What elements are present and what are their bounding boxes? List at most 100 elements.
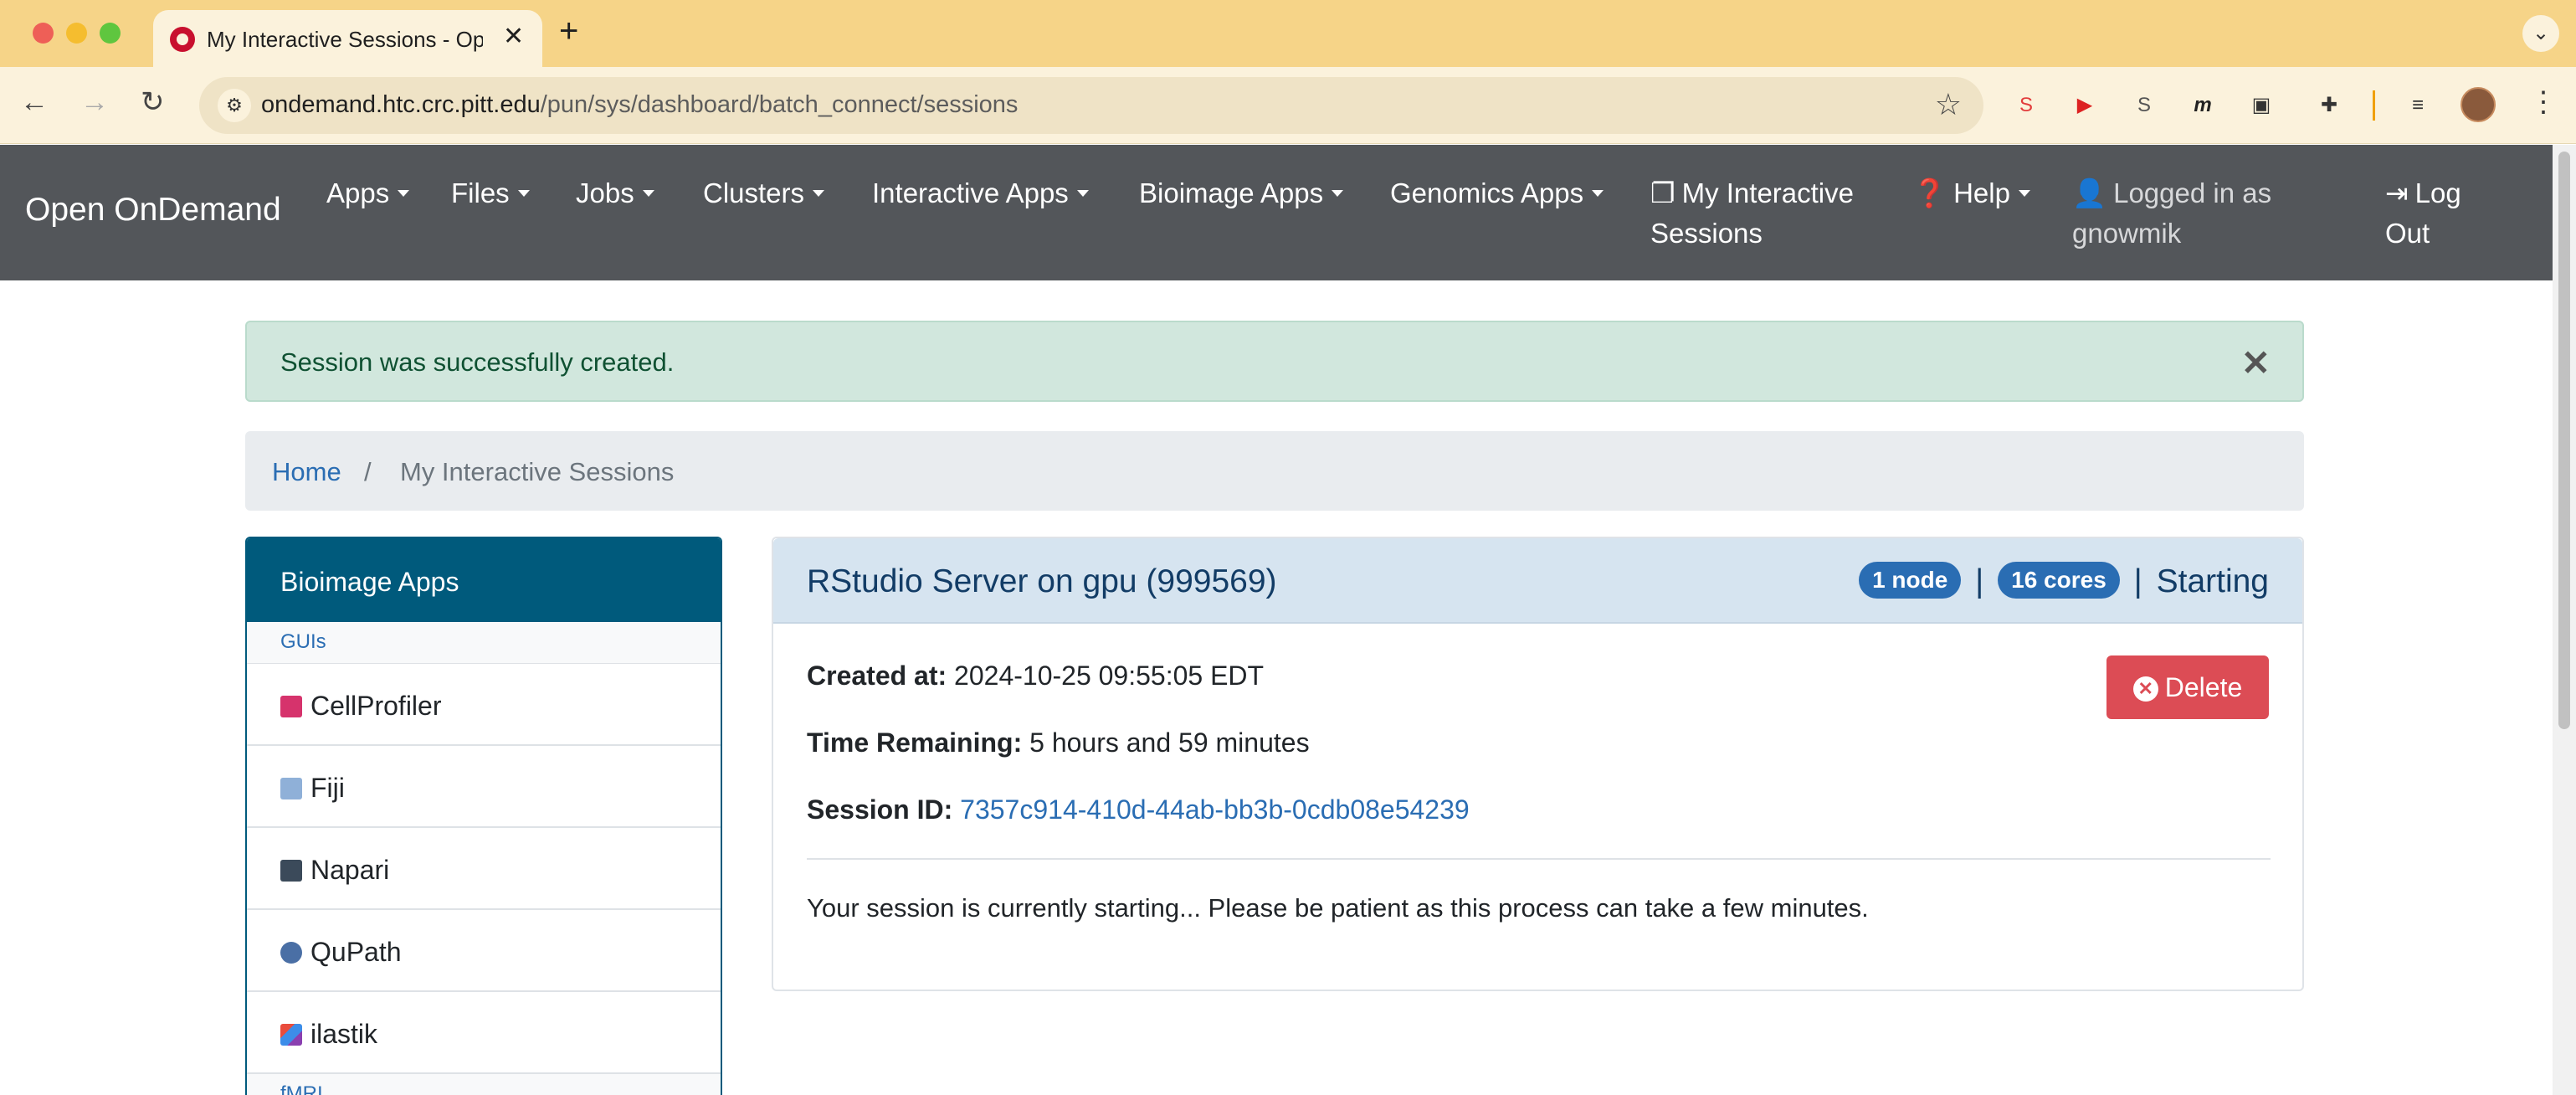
session-card-header: RStudio Server on gpu (999569) 1 node | …	[773, 538, 2302, 624]
session-status-bar: 1 node | 16 cores | Starting	[1859, 562, 2269, 600]
extension-megaphone-icon[interactable]: ▶	[2071, 92, 2098, 119]
browser-tab-active[interactable]: My Interactive Sessions - Open OnDemand …	[153, 10, 542, 67]
alert-message: Session was successfully created.	[280, 347, 675, 377]
sidebar-item-label: QuPath	[310, 937, 402, 967]
success-alert: Session was successfully created. ✕	[245, 321, 2304, 402]
url-path: /pun/sys/dashboard/batch_connect/session…	[540, 91, 1019, 118]
nav-sessions-line2: Sessions	[1650, 218, 1763, 249]
tab-title: My Interactive Sessions - Open OnDemand	[207, 27, 483, 52]
bookmark-star-icon[interactable]: ☆	[1935, 87, 1962, 122]
caret-down-icon	[813, 190, 825, 198]
napari-icon	[280, 860, 302, 882]
address-bar[interactable]: ⚙ ondemand.htc.crc.pitt.edu/pun/sys/dash…	[199, 77, 1983, 134]
nav-jobs-label: Jobs	[576, 177, 634, 208]
session-title: RStudio Server on gpu (999569)	[807, 563, 1277, 599]
session-starting-message: Your session is currently starting... Pl…	[807, 893, 1869, 923]
sidebar-item-label: ilastik	[310, 1019, 378, 1049]
extension-m-icon[interactable]: m	[2189, 92, 2216, 119]
nav-clusters-menu[interactable]: Clusters	[703, 173, 825, 213]
created-at-value: 2024-10-25 09:55:05 EDT	[954, 661, 1265, 691]
reload-icon[interactable]: ↻	[141, 85, 165, 119]
nav-interactive-apps-menu[interactable]: Interactive Apps	[872, 173, 1089, 213]
time-remaining-row: Time Remaining: 5 hours and 59 minutes	[807, 727, 1310, 758]
nav-my-interactive-sessions-link[interactable]: ❐ My Interactive Sessions	[1650, 173, 1854, 254]
caret-down-icon	[1332, 190, 1344, 198]
media-control-icon[interactable]: ≡	[2404, 92, 2431, 119]
ilastik-icon	[280, 1024, 302, 1046]
page-scrollbar[interactable]	[2553, 145, 2576, 1095]
tab-search-chevron-icon[interactable]: ⌄	[2522, 15, 2559, 52]
nav-genomics-apps-label: Genomics Apps	[1390, 177, 1584, 208]
nav-genomics-apps-menu[interactable]: Genomics Apps	[1390, 173, 1604, 213]
url-host: ondemand.htc.crc.pitt.edu	[261, 91, 541, 118]
sidebar-item-napari[interactable]: Napari	[247, 828, 721, 910]
session-id-row: Session ID: 7357c914-410d-44ab-bb3b-0cdb…	[807, 794, 1470, 825]
bioimage-apps-sidebar: Bioimage Apps GUIs CellProfiler Fiji Nap…	[245, 537, 722, 1095]
sidebar-item-label: Fiji	[310, 773, 345, 803]
toolbar-divider	[2373, 90, 2375, 121]
created-at-label: Created at:	[807, 661, 947, 691]
fiji-icon	[280, 778, 302, 799]
nav-jobs-menu[interactable]: Jobs	[576, 173, 654, 213]
window-minimize-button[interactable]	[66, 23, 87, 44]
session-status: Starting	[2156, 563, 2269, 599]
logged-in-user: gnowmik	[2072, 218, 2182, 249]
browser-toolbar: ← → ↻ ⚙ ondemand.htc.crc.pitt.edu/pun/sy…	[0, 67, 2576, 144]
profile-avatar[interactable]	[2461, 87, 2496, 122]
breadcrumb-current: My Interactive Sessions	[400, 457, 675, 486]
brand-link[interactable]: Open OnDemand	[25, 192, 281, 229]
logout-link[interactable]: ⇥ Log Out	[2385, 173, 2461, 254]
extension-laptop-icon[interactable]: ▣	[2248, 92, 2275, 119]
breadcrumb-home-link[interactable]: Home	[272, 457, 341, 487]
window-maximize-button[interactable]	[100, 23, 121, 44]
nav-help-menu[interactable]: ❓ Help	[1912, 173, 2030, 213]
sessions-copy-icon: ❐	[1650, 177, 1675, 208]
breadcrumb-separator: /	[364, 457, 372, 486]
site-info-icon[interactable]: ⚙	[218, 89, 251, 122]
session-card: RStudio Server on gpu (999569) 1 node | …	[772, 537, 2304, 991]
created-at-row: Created at: 2024-10-25 09:55:05 EDT	[807, 661, 1264, 691]
nav-bioimage-apps-menu[interactable]: Bioimage Apps	[1139, 173, 1344, 213]
question-circle-icon: ❓	[1912, 177, 1947, 208]
sidebar-item-ilastik[interactable]: ilastik	[247, 992, 721, 1074]
sidebar-item-cellprofiler[interactable]: CellProfiler	[247, 664, 721, 746]
scrollbar-thumb[interactable]	[2558, 152, 2570, 729]
sidebar-item-fiji[interactable]: Fiji	[247, 746, 721, 828]
ood-favicon-icon	[170, 27, 195, 52]
nav-clusters-label: Clusters	[703, 177, 805, 208]
new-tab-button[interactable]: +	[559, 12, 578, 50]
sidebar-item-qupath[interactable]: QuPath	[247, 910, 721, 992]
delete-session-button[interactable]: ✕ Delete	[2106, 655, 2269, 719]
back-icon[interactable]: ←	[20, 85, 49, 119]
time-remaining-value: 5 hours and 59 minutes	[1029, 727, 1310, 758]
nav-sessions-line1: My Interactive	[1681, 177, 1854, 208]
tab-close-icon[interactable]: ✕	[503, 22, 524, 51]
extensions-puzzle-icon[interactable]: ✚	[2316, 92, 2343, 119]
session-id-link[interactable]: 7357c914-410d-44ab-bb3b-0cdb08e54239	[960, 794, 1470, 825]
alert-close-icon[interactable]: ✕	[2241, 342, 2271, 383]
url-text[interactable]: ondemand.htc.crc.pitt.edu/pun/sys/dashbo…	[261, 91, 1018, 119]
nav-files-label: Files	[451, 177, 510, 208]
sidebar-group-fmri: fMRI	[247, 1074, 721, 1095]
extension-s-icon[interactable]: S	[2013, 92, 2040, 119]
x-circle-icon: ✕	[2132, 676, 2158, 702]
caret-down-icon	[1076, 190, 1089, 198]
forward-icon[interactable]: →	[80, 85, 109, 119]
qupath-icon	[280, 942, 302, 964]
caret-down-icon	[2018, 190, 2030, 198]
extension-skype-icon[interactable]: S	[2131, 92, 2158, 119]
nav-apps-menu[interactable]: Apps	[326, 173, 410, 213]
browser-menu-icon[interactable]: ⋮	[2529, 85, 2558, 119]
user-icon: 👤	[2072, 177, 2107, 208]
nav-files-menu[interactable]: Files	[451, 173, 530, 213]
sidebar-item-label: Napari	[310, 855, 390, 885]
nav-bioimage-apps-label: Bioimage Apps	[1139, 177, 1324, 208]
card-divider	[807, 858, 2271, 860]
logout-line2: Out	[2385, 218, 2430, 249]
sidebar-item-label: CellProfiler	[310, 691, 442, 721]
logged-in-line1: Logged in as	[2113, 177, 2272, 208]
window-close-button[interactable]	[33, 23, 54, 44]
browser-tab-bar: My Interactive Sessions - Open OnDemand …	[0, 0, 2576, 67]
logout-line1: Log	[2414, 177, 2461, 208]
ood-navbar: Open OnDemand Apps Files Jobs Clusters I…	[0, 145, 2553, 280]
